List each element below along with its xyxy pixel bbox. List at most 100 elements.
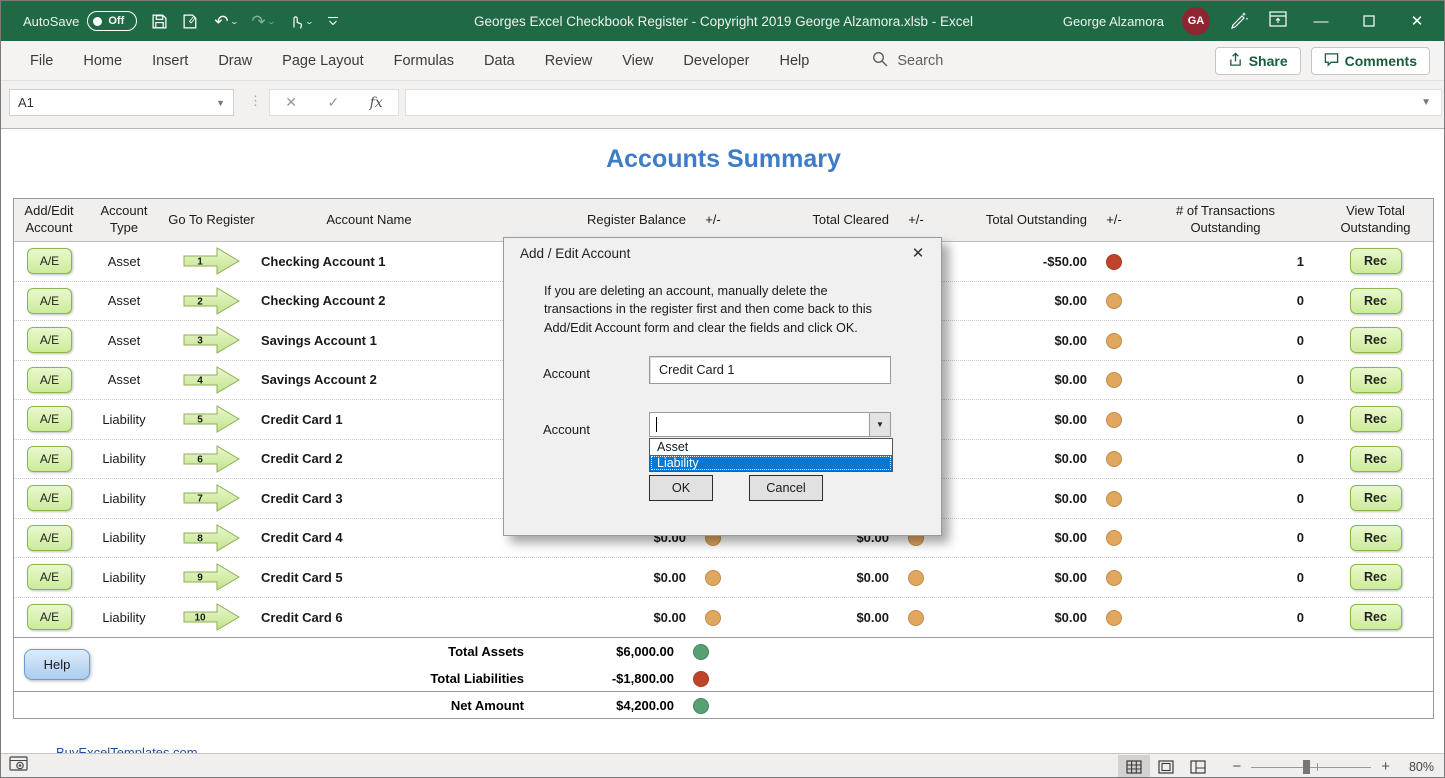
rec-button[interactable]: Rec: [1350, 446, 1402, 472]
tab-home[interactable]: Home: [68, 41, 137, 81]
zoom-slider[interactable]: [1251, 759, 1371, 775]
cancel-entry-icon[interactable]: ✕: [285, 94, 297, 111]
add-edit-account-button[interactable]: A/E: [27, 406, 72, 432]
account-type-combobox[interactable]: ▼: [649, 412, 891, 437]
go-to-register-arrow[interactable]: 5: [164, 404, 259, 434]
save-icon[interactable]: [151, 13, 168, 30]
rec-button[interactable]: Rec: [1350, 367, 1402, 393]
rec-button[interactable]: Rec: [1350, 525, 1402, 551]
dialog-title-bar[interactable]: Add / Edit Account ✕: [504, 238, 941, 268]
zoom-in-button[interactable]: +: [1381, 758, 1390, 775]
go-to-register-arrow[interactable]: 9: [164, 562, 259, 592]
add-edit-account-button[interactable]: A/E: [27, 367, 72, 393]
dialog-close-icon[interactable]: ✕: [905, 240, 931, 266]
share-label: Share: [1249, 53, 1288, 69]
header-total-cleared: Total Cleared: [732, 212, 897, 229]
go-to-register-arrow[interactable]: 4: [164, 365, 259, 395]
normal-view-icon[interactable]: [1118, 755, 1150, 778]
tab-review[interactable]: Review: [530, 41, 608, 81]
tab-view[interactable]: View: [607, 41, 668, 81]
macro-record-icon[interactable]: [9, 756, 29, 777]
transactions-count-cell: 0: [1133, 372, 1318, 387]
tab-data[interactable]: Data: [469, 41, 530, 81]
add-edit-account-button[interactable]: A/E: [27, 248, 72, 274]
go-to-register-arrow[interactable]: 2: [164, 286, 259, 316]
title-bar: AutoSave Off ↶⌄ ↷⌄ ⌄: [1, 1, 1445, 41]
tab-formulas[interactable]: Formulas: [379, 41, 469, 81]
share-button[interactable]: Share: [1215, 47, 1301, 75]
tab-help[interactable]: Help: [765, 41, 825, 81]
save-as-icon[interactable]: [182, 13, 200, 30]
add-edit-account-button[interactable]: A/E: [27, 288, 72, 314]
rec-button[interactable]: Rec: [1350, 604, 1402, 630]
touch-mode-dropdown-icon[interactable]: ⌄: [305, 17, 314, 26]
minimize-button[interactable]: —: [1306, 1, 1336, 41]
zoom-level[interactable]: 80%: [1400, 760, 1434, 774]
go-to-register-arrow[interactable]: 10: [164, 602, 259, 632]
enter-entry-icon[interactable]: ✓: [327, 94, 339, 111]
buy-excel-templates-link[interactable]: BuyExcelTemplates.com: [56, 745, 198, 753]
add-edit-account-button[interactable]: A/E: [27, 327, 72, 353]
undo-button[interactable]: ↶⌄: [214, 13, 237, 30]
net-amount-status-icon: [693, 698, 709, 714]
cancel-button[interactable]: Cancel: [749, 475, 823, 501]
go-to-register-arrow[interactable]: 7: [164, 483, 259, 513]
go-to-register-arrow[interactable]: 1: [164, 246, 259, 276]
combo-dropdown-icon[interactable]: ▼: [869, 413, 890, 436]
add-edit-account-button[interactable]: A/E: [27, 604, 72, 630]
tab-page-layout[interactable]: Page Layout: [267, 41, 378, 81]
rec-button[interactable]: Rec: [1350, 485, 1402, 511]
add-edit-account-button[interactable]: A/E: [27, 485, 72, 511]
go-to-register-arrow[interactable]: 6: [164, 444, 259, 474]
svg-text:3: 3: [197, 336, 203, 347]
redo-button[interactable]: ↷⌄: [251, 13, 274, 30]
rec-button[interactable]: Rec: [1350, 288, 1402, 314]
pen-sparkle-icon[interactable]: [1228, 8, 1250, 35]
ribbon-display-options-icon[interactable]: [1268, 9, 1288, 34]
redo-dropdown-icon[interactable]: ⌄: [266, 17, 275, 26]
zoom-out-button[interactable]: −: [1232, 758, 1241, 775]
tab-file[interactable]: File: [15, 41, 68, 81]
status-circle-icon: [705, 570, 721, 586]
formula-input[interactable]: ▼: [405, 89, 1442, 116]
rec-button[interactable]: Rec: [1350, 564, 1402, 590]
rec-button[interactable]: Rec: [1350, 327, 1402, 353]
undo-dropdown-icon[interactable]: ⌄: [229, 17, 238, 26]
ok-button[interactable]: OK: [649, 475, 713, 501]
dropdown-option-asset[interactable]: Asset: [650, 439, 892, 455]
add-edit-account-button[interactable]: A/E: [27, 564, 72, 590]
user-name[interactable]: George Alzamora: [1063, 14, 1164, 29]
help-button[interactable]: Help: [24, 649, 90, 680]
account-type-cell: Liability: [84, 412, 164, 427]
insert-function-icon[interactable]: fx: [370, 95, 383, 111]
touch-mode-icon[interactable]: ⌄: [288, 13, 313, 30]
dropdown-option-liability[interactable]: Liability: [650, 455, 892, 471]
page-layout-view-icon[interactable]: [1150, 755, 1182, 778]
account-name-field[interactable]: Credit Card 1: [649, 356, 891, 384]
zoom-slider-handle[interactable]: [1303, 760, 1310, 774]
go-to-register-arrow[interactable]: 8: [164, 523, 259, 553]
tab-draw[interactable]: Draw: [203, 41, 267, 81]
add-edit-account-button[interactable]: A/E: [27, 446, 72, 472]
go-to-register-arrow[interactable]: 3: [164, 325, 259, 355]
name-box[interactable]: A1 ▼: [9, 89, 234, 116]
formula-bar-splitter[interactable]: ⋮: [249, 93, 262, 109]
tab-developer[interactable]: Developer: [668, 41, 764, 81]
page-break-preview-icon[interactable]: [1182, 755, 1214, 778]
comments-button[interactable]: Comments: [1311, 47, 1430, 75]
rec-button[interactable]: Rec: [1350, 406, 1402, 432]
rec-button[interactable]: Rec: [1350, 248, 1402, 274]
autosave-toggle[interactable]: Off: [87, 11, 137, 31]
search-box[interactable]: Search: [872, 51, 943, 71]
maximize-button[interactable]: [1354, 1, 1384, 41]
name-box-dropdown-icon[interactable]: ▼: [216, 98, 225, 108]
status-circle-icon: [1106, 570, 1122, 586]
customize-qat-icon[interactable]: [327, 15, 339, 27]
close-button[interactable]: ✕: [1402, 1, 1432, 41]
add-edit-account-button[interactable]: A/E: [27, 525, 72, 551]
total-outstanding-cell: $0.00: [935, 610, 1095, 625]
expand-formula-bar-icon[interactable]: ▼: [1421, 97, 1431, 108]
tab-insert[interactable]: Insert: [137, 41, 203, 81]
status-circle-icon: [1106, 254, 1122, 270]
avatar[interactable]: GA: [1182, 7, 1210, 35]
